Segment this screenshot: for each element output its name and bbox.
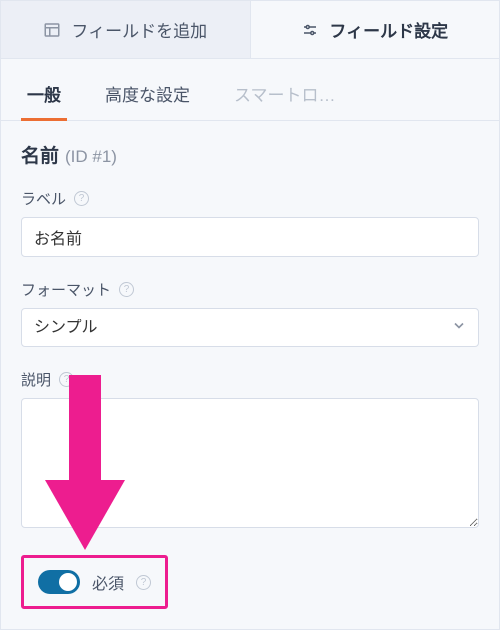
format-select-wrap: シンプル	[21, 308, 479, 347]
field-title-text: 名前	[21, 141, 59, 168]
tab-field-settings[interactable]: フィールド設定	[251, 1, 500, 58]
top-tab-bar: フィールドを追加 フィールド設定	[1, 1, 499, 59]
group-label: ラベル ?	[21, 188, 479, 257]
group-format: フォーマット ? シンプル	[21, 279, 479, 347]
layout-icon	[43, 21, 61, 39]
annotation-highlight-box: 必須 ?	[21, 555, 168, 609]
help-icon[interactable]: ?	[119, 282, 134, 297]
required-label: 必須	[92, 570, 124, 594]
label-input[interactable]	[21, 217, 479, 257]
tab-add-field-label: フィールドを追加	[71, 17, 207, 42]
help-icon[interactable]: ?	[136, 575, 151, 590]
required-toggle-row: 必須 ?	[32, 562, 157, 602]
sliders-icon	[301, 21, 319, 39]
required-toggle[interactable]	[38, 570, 80, 594]
tab-add-field[interactable]: フィールドを追加	[1, 1, 251, 58]
sub-tab-advanced[interactable]: 高度な設定	[99, 69, 196, 120]
help-icon[interactable]: ?	[74, 191, 89, 206]
tab-field-settings-label: フィールド設定	[329, 17, 448, 42]
field-title-row: 名前 (ID #1)	[21, 141, 479, 168]
help-icon[interactable]: ?	[59, 372, 74, 387]
group-description: 説明 ?	[21, 369, 479, 533]
settings-content: 名前 (ID #1) ラベル ? フォーマット ? シンプル	[1, 121, 499, 629]
field-id-text: (ID #1)	[65, 147, 117, 167]
toggle-knob	[59, 573, 77, 591]
label-text-label: ラベル	[21, 188, 66, 209]
format-select[interactable]: シンプル	[21, 308, 479, 347]
sub-tab-bar: 一般 高度な設定 スマートロ…	[1, 59, 499, 121]
field-settings-panel: フィールドを追加 フィールド設定 一般 高度な設定 スマートロ… 名前 (ID …	[0, 0, 500, 630]
label-text-description: 説明	[21, 369, 51, 390]
label-row-description: 説明 ?	[21, 369, 479, 390]
description-textarea[interactable]	[21, 398, 479, 528]
label-row-format: フォーマット ?	[21, 279, 479, 300]
label-row-label: ラベル ?	[21, 188, 479, 209]
sub-tab-smart[interactable]: スマートロ…	[228, 69, 342, 120]
label-text-format: フォーマット	[21, 279, 111, 300]
sub-tab-general[interactable]: 一般	[21, 69, 67, 120]
